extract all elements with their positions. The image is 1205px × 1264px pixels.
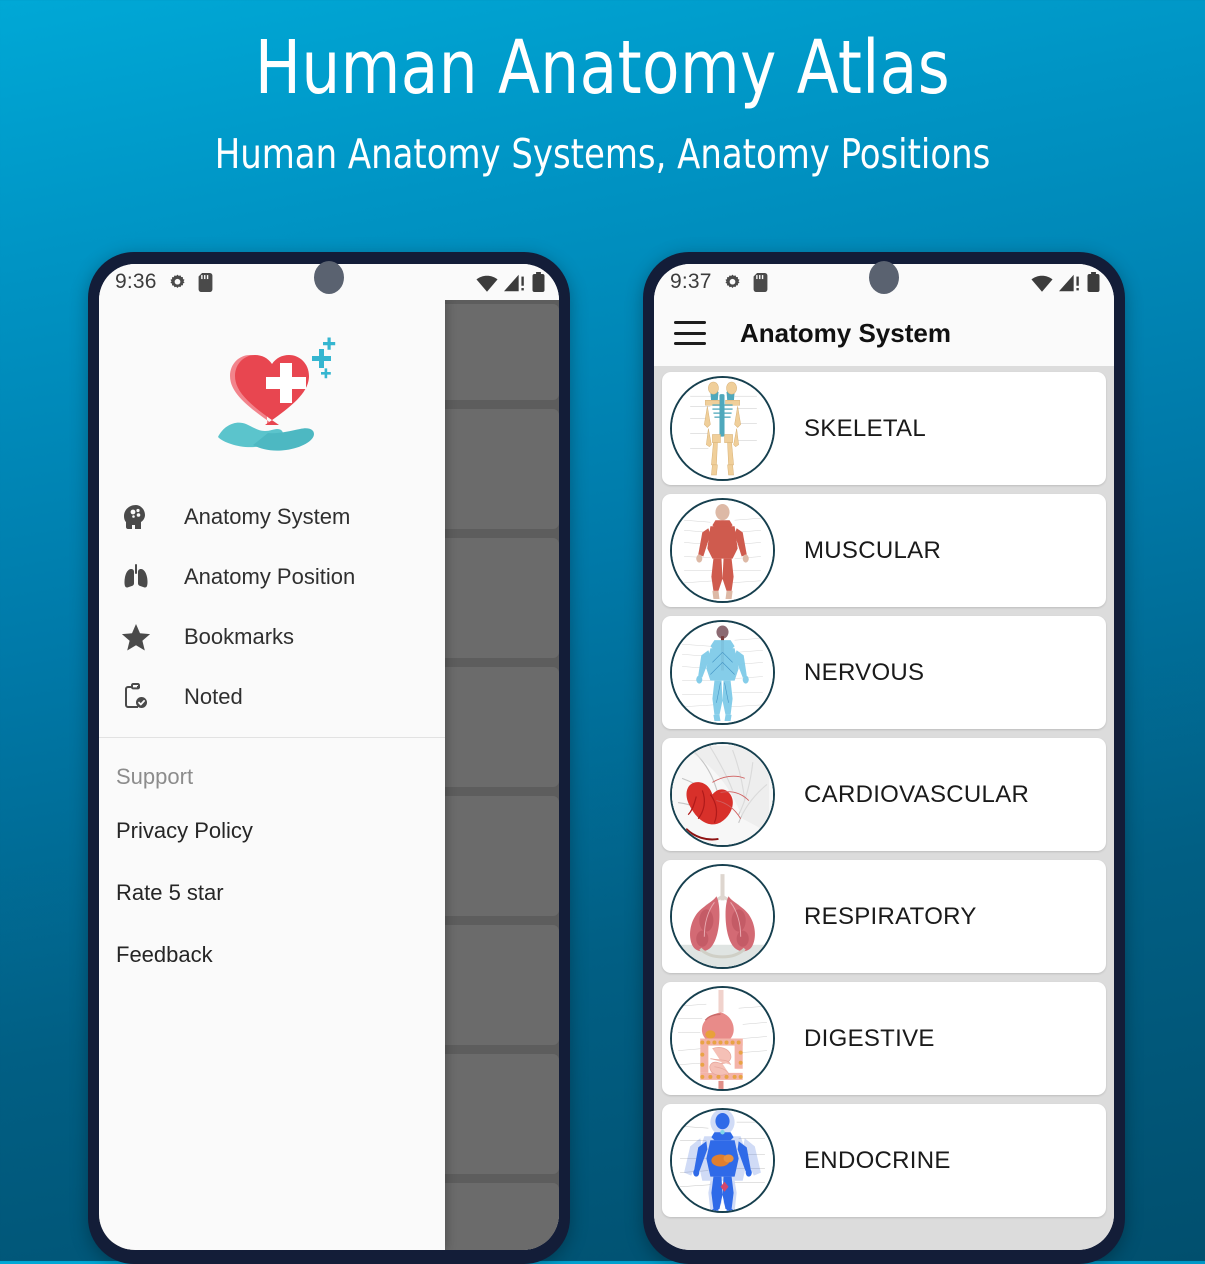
drawer-item-privacy-policy[interactable]: Privacy Policy	[99, 800, 445, 862]
phone-mockup-right: 9:37 Anatomy System SKELETAL MUSCULAR NE…	[643, 252, 1125, 1264]
gear-icon	[723, 273, 742, 292]
phone-mockup-left: 9:36 Anatomy System Anatomy Position Boo…	[88, 252, 570, 1264]
list-item-digestive[interactable]: DIGESTIVE	[662, 982, 1106, 1095]
camera-punch-hole	[314, 261, 344, 294]
page-title: Human Anatomy Atlas	[254, 25, 951, 111]
wifi-icon	[1031, 275, 1053, 292]
heart-vessels-diagram-thumb	[670, 742, 775, 847]
drawer-menu-list: Anatomy System Anatomy Position Bookmark…	[99, 485, 445, 727]
heart-in-hand-logo	[208, 333, 336, 453]
app-bar-title: Anatomy System	[740, 317, 951, 348]
list-item-label: CARDIOVASCULAR	[804, 780, 1030, 808]
anatomy-system-list: SKELETAL MUSCULAR NERVOUS CARDIOVASCULAR…	[654, 366, 1114, 1217]
drawer-item-label: Bookmarks	[184, 624, 295, 649]
head-brain-icon	[116, 500, 156, 534]
support-section-header: Support	[116, 764, 194, 789]
muscle-body-diagram-thumb	[670, 498, 775, 603]
hamburger-icon[interactable]	[674, 321, 706, 345]
list-item-label: ENDOCRINE	[804, 1146, 951, 1174]
app-bar: Anatomy System	[654, 300, 1114, 366]
status-time: 9:36	[115, 270, 157, 293]
camera-punch-hole	[869, 261, 899, 294]
list-item-label: DIGESTIVE	[804, 1024, 935, 1052]
sd-card-icon	[198, 272, 213, 292]
drawer-item-anatomy-system[interactable]: Anatomy System	[99, 487, 445, 547]
sd-card-icon	[753, 272, 768, 292]
drawer-item-label: Anatomy Position	[184, 564, 356, 589]
signal-icon	[504, 274, 526, 292]
list-item-nervous[interactable]: NERVOUS	[662, 616, 1106, 729]
list-item-label: SKELETAL	[804, 414, 927, 442]
list-item-label: NERVOUS	[804, 658, 925, 686]
lungs-diagram-thumb	[670, 864, 775, 969]
screen-left: 9:36 Anatomy System Anatomy Position Boo…	[99, 264, 559, 1250]
list-item-muscular[interactable]: MUSCULAR	[662, 494, 1106, 607]
wifi-icon	[476, 275, 498, 292]
drawer-item-anatomy-position[interactable]: Anatomy Position	[99, 547, 445, 607]
screen-right: 9:37 Anatomy System SKELETAL MUSCULAR NE…	[654, 264, 1114, 1250]
list-item-respiratory[interactable]: RESPIRATORY	[662, 860, 1106, 973]
list-item-cardiovascular[interactable]: CARDIOVASCULAR	[662, 738, 1106, 851]
page-subtitle: Human Anatomy Systems, Anatomy Positions	[214, 129, 991, 178]
skeleton-diagram-thumb	[670, 376, 775, 481]
list-item-label: RESPIRATORY	[804, 902, 977, 930]
gear-icon	[168, 273, 187, 292]
right-screen-body: Anatomy System SKELETAL MUSCULAR NERVOUS…	[654, 300, 1114, 1250]
drawer-item-label: Anatomy System	[184, 504, 351, 529]
status-time: 9:37	[670, 270, 712, 293]
drawer-item-feedback[interactable]: Feedback	[99, 924, 445, 986]
drawer-item-label: Noted	[184, 684, 243, 709]
list-item-label: MUSCULAR	[804, 536, 942, 564]
lungs-icon	[116, 560, 156, 594]
battery-icon	[532, 272, 545, 292]
clipboard-check-icon	[116, 680, 156, 714]
promo-header: Human Anatomy Atlas Human Anatomy System…	[0, 0, 1205, 178]
nervous-system-diagram-thumb	[670, 620, 775, 725]
drawer-item-rate-5-star[interactable]: Rate 5 star	[99, 862, 445, 924]
left-screen-body: Anatomy System Anatomy Position Bookmark…	[99, 300, 559, 1250]
drawer-support-section: Support Privacy Policy Rate 5 star Feedb…	[99, 738, 445, 986]
list-item-skeletal[interactable]: SKELETAL	[662, 372, 1106, 485]
navigation-drawer: Anatomy System Anatomy Position Bookmark…	[99, 300, 445, 1250]
endocrine-body-diagram-thumb	[670, 1108, 775, 1213]
star-icon	[116, 620, 156, 654]
list-item-endocrine[interactable]: ENDOCRINE	[662, 1104, 1106, 1217]
drawer-item-bookmarks[interactable]: Bookmarks	[99, 607, 445, 667]
signal-icon	[1059, 274, 1081, 292]
drawer-item-noted[interactable]: Noted	[99, 667, 445, 727]
drawer-header	[99, 300, 445, 485]
digestive-organs-diagram-thumb	[670, 986, 775, 1091]
battery-icon	[1087, 272, 1100, 292]
